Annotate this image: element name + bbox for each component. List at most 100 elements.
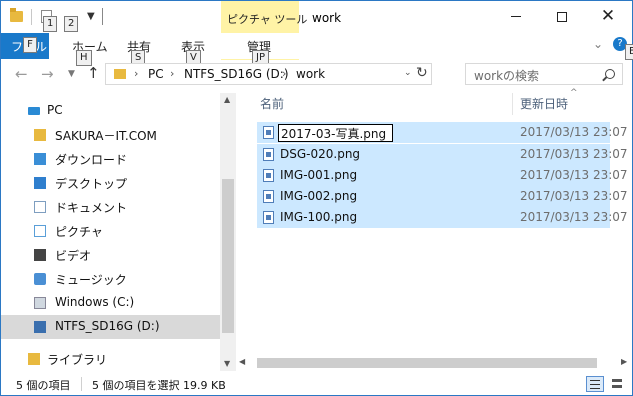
tab-file-label-start: フ xyxy=(11,40,24,54)
folder-icon xyxy=(114,69,126,79)
file-row[interactable]: IMG-100.png 2017/03/13 23:07 xyxy=(257,207,628,228)
nav-item-downloads[interactable]: ダウンロード xyxy=(1,147,220,171)
column-divider[interactable] xyxy=(512,93,513,115)
minimize-icon xyxy=(511,16,521,17)
nav-item-label: NTFS_SD16G (D:) xyxy=(55,319,160,333)
nav-item-label: ピクチャ xyxy=(55,225,103,239)
explorer-window: ▼ ピクチャ ツール work ✕ フル ホーム 共有 表示 管理 ⌄ ? 1 … xyxy=(0,0,633,396)
file-date: 2017/03/13 23:07 xyxy=(520,147,628,161)
file-row[interactable]: 2017-03-写真.png 2017/03/13 23:07 xyxy=(257,122,628,143)
file-name: IMG-001.png xyxy=(280,168,358,182)
breadcrumb-pc[interactable]: PC xyxy=(148,67,164,81)
nav-item-label: ドキュメント xyxy=(55,201,128,215)
png-file-icon xyxy=(263,126,274,139)
folder-icon xyxy=(34,129,46,141)
png-file-icon xyxy=(263,211,274,224)
nav-item-label: デスクトップ xyxy=(55,177,128,191)
status-divider xyxy=(81,377,82,391)
scroll-right-icon[interactable]: ▶ xyxy=(621,357,627,366)
recent-locations-chevron-icon[interactable]: ▼ xyxy=(68,69,75,79)
nav-item-windows-c[interactable]: Windows (C:) xyxy=(1,291,220,315)
scroll-down-icon[interactable]: ▼ xyxy=(224,359,230,368)
nav-item-libraries[interactable]: ライブラリ xyxy=(1,347,220,371)
breadcrumb-chevron-icon[interactable]: › xyxy=(282,67,286,80)
video-icon xyxy=(34,249,46,261)
file-row[interactable]: DSG-020.png 2017/03/13 23:07 xyxy=(257,144,628,165)
rename-input[interactable]: 2017-03-写真.png xyxy=(278,124,393,142)
keytip-file: F xyxy=(23,37,37,53)
keytip-expand: E xyxy=(625,44,633,60)
scrollbar-thumb[interactable] xyxy=(257,358,597,368)
png-file-icon xyxy=(263,190,274,203)
expand-ribbon-icon[interactable]: ⌄ xyxy=(593,37,603,51)
forward-arrow-icon[interactable]: → xyxy=(41,65,54,83)
nav-item-label: ミュージック xyxy=(55,273,127,287)
details-view-icon[interactable] xyxy=(586,376,604,392)
nav-item-label: ビデオ xyxy=(55,249,92,263)
scroll-up-icon[interactable]: ▲ xyxy=(224,95,230,104)
minimize-button[interactable] xyxy=(493,1,539,32)
column-header-name[interactable]: 名前 xyxy=(260,95,284,112)
desktop-icon xyxy=(34,177,46,189)
scrollbar-thumb[interactable] xyxy=(222,179,234,333)
file-row[interactable]: IMG-002.png 2017/03/13 23:07 xyxy=(257,186,628,207)
nav-item-music[interactable]: ミュージック xyxy=(1,267,220,291)
large-icons-view-icon[interactable] xyxy=(608,376,626,392)
breadcrumb-chevron-icon[interactable]: › xyxy=(170,67,174,80)
nav-item-desktop[interactable]: デスクトップ xyxy=(1,171,220,195)
file-date: 2017/03/13 23:07 xyxy=(520,189,628,203)
pc-icon xyxy=(28,107,40,115)
breadcrumb-drive[interactable]: NTFS_SD16G (D:) xyxy=(184,67,289,81)
navigation-pane-scrollbar[interactable]: ▲ ▼ xyxy=(220,93,236,371)
nav-item-sakura[interactable]: SAKURA－IT.COM xyxy=(1,123,220,147)
music-icon xyxy=(34,273,46,285)
status-selection: 5 個の項目を選択 19.9 KB xyxy=(92,379,226,392)
png-file-icon xyxy=(263,148,274,161)
refresh-icon[interactable]: ↻ xyxy=(416,65,428,81)
scroll-left-icon[interactable]: ◀ xyxy=(239,357,245,366)
file-date: 2017/03/13 23:07 xyxy=(520,125,628,139)
address-bar[interactable]: › PC › NTFS_SD16G (D:) › work ⌄ ↻ xyxy=(105,63,432,85)
download-icon xyxy=(34,153,46,165)
nav-item-documents[interactable]: ドキュメント xyxy=(1,195,220,219)
back-arrow-icon[interactable]: ← xyxy=(15,65,28,83)
search-icon[interactable] xyxy=(605,69,615,79)
document-icon xyxy=(34,201,46,213)
file-list-horizontal-scrollbar[interactable]: ◀ ▶ xyxy=(239,355,632,371)
breadcrumb-work[interactable]: work xyxy=(296,67,325,81)
nav-item-pictures[interactable]: ピクチャ xyxy=(1,219,220,243)
file-name: IMG-002.png xyxy=(280,189,358,203)
up-arrow-icon[interactable]: ↑ xyxy=(87,64,100,82)
close-button[interactable]: ✕ xyxy=(585,1,631,32)
chevron-down-icon[interactable]: ▼ xyxy=(87,11,95,22)
search-input[interactable]: workの検索 xyxy=(465,63,623,85)
address-history-chevron-icon[interactable]: ⌄ xyxy=(404,68,412,78)
png-file-icon xyxy=(263,169,274,182)
nav-item-ntfs-sd16g[interactable]: NTFS_SD16G (D:) xyxy=(1,315,220,339)
file-name: DSG-020.png xyxy=(280,147,361,161)
file-date: 2017/03/13 23:07 xyxy=(520,168,628,182)
windows-drive-icon xyxy=(34,297,46,309)
file-row[interactable]: IMG-001.png 2017/03/13 23:07 xyxy=(257,165,628,186)
quick-access-separator xyxy=(102,8,103,25)
keytip-quick-access-1: 1 xyxy=(43,16,58,32)
usb-drive-icon xyxy=(34,321,46,333)
breadcrumb-chevron-icon[interactable]: › xyxy=(134,67,138,80)
nav-item-label: ライブラリ xyxy=(47,353,108,367)
nav-item-pc[interactable]: PC xyxy=(1,99,220,123)
folder-icon[interactable] xyxy=(10,8,23,22)
quick-access-divider xyxy=(31,9,32,25)
maximize-icon xyxy=(557,11,567,22)
nav-item-label: ダウンロード xyxy=(55,153,128,167)
sort-ascending-icon: ^ xyxy=(570,88,578,98)
column-header-date-modified[interactable]: 更新日時 xyxy=(520,95,568,112)
maximize-button[interactable] xyxy=(539,1,585,32)
picture-icon xyxy=(34,225,46,237)
window-title: work xyxy=(312,11,342,25)
nav-item-label: Windows (C:) xyxy=(55,295,135,309)
close-icon: ✕ xyxy=(600,6,616,26)
nav-item-videos[interactable]: ビデオ xyxy=(1,243,220,267)
nav-item-label: PC xyxy=(47,103,63,117)
file-name: IMG-100.png xyxy=(280,210,358,224)
status-bar: 5 個の項目 5 個の項目を選択 19.9 KB xyxy=(1,373,632,395)
